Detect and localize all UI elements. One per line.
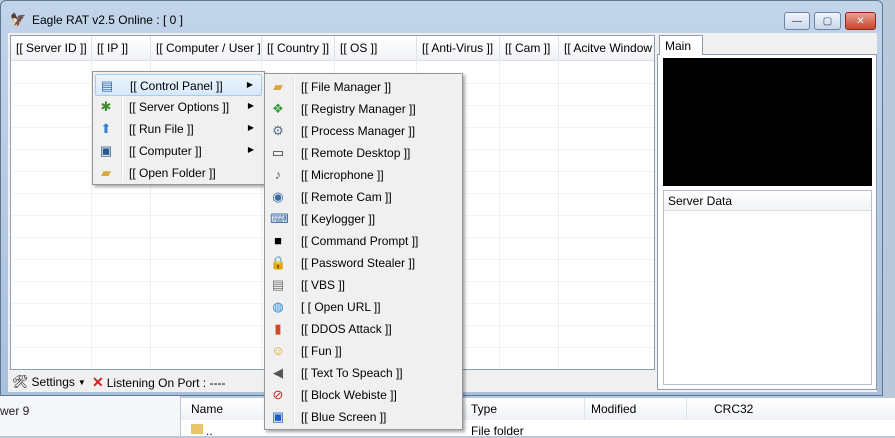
minimize-button[interactable]: — xyxy=(784,12,810,30)
upload-arrow-icon: ⬆ xyxy=(100,121,112,136)
menu-item-vbs[interactable]: ▤ [[ VBS ]] xyxy=(267,274,460,296)
menu-item-password-stealer[interactable]: 🔒 [[ Password Stealer ]] xyxy=(267,252,460,274)
listening-label: Listening On Port : ---- xyxy=(106,375,226,390)
bar-chart-icon: ▮ xyxy=(274,321,282,336)
menu-item-microphone[interactable]: ♪ [[ Microphone ]] xyxy=(267,164,460,186)
column-computer-user[interactable]: [[ Computer / User ]] xyxy=(151,36,262,60)
folder-icon xyxy=(191,424,203,434)
globe-icon: ◍ xyxy=(272,299,284,314)
menu-item-server-options[interactable]: ✱ [[ Server Options ]] ▶ xyxy=(95,96,262,118)
menu-item-file-manager[interactable]: ▰ [[ File Manager ]] xyxy=(267,76,460,98)
column-anti-virus[interactable]: [[ Anti-Virus ]] xyxy=(417,36,500,60)
settings-label: Settings xyxy=(31,375,75,389)
dropdown-arrow-icon: ▼ xyxy=(77,377,86,387)
folder-icon: ▰ xyxy=(273,79,283,94)
menu-item-control-panel[interactable]: ▤ [[ Control Panel ]] ▶ xyxy=(95,74,262,96)
menu-item-remote-desktop[interactable]: ▭ [[ Remote Desktop ]] xyxy=(267,142,460,164)
registry-icon: ❖ xyxy=(272,101,284,116)
speaker-icon: ◀ xyxy=(273,365,283,380)
menu-item-run-file[interactable]: ⬆ [[ Run File ]] ▶ xyxy=(95,118,262,140)
gears-icon: ⚙ xyxy=(272,123,284,138)
menu-item-fun[interactable]: ☺ [[ Fun ]] xyxy=(267,340,460,362)
server-data-header[interactable]: Server Data xyxy=(664,191,871,211)
eagle-app-icon: 🦅 xyxy=(10,12,27,27)
keyboard-search-icon: ⌨ xyxy=(270,211,289,226)
menu-item-process-manager[interactable]: ⚙ [[ Process Manager ]] xyxy=(267,120,460,142)
menu-item-computer[interactable]: ▣ [[ Computer ]] ▶ xyxy=(95,140,262,162)
server-data-list[interactable]: Server Data xyxy=(663,190,872,385)
maximize-icon: ▢ xyxy=(822,15,833,27)
tools-icon: 🛠 xyxy=(12,374,29,389)
background-col-type[interactable]: Type xyxy=(471,402,497,416)
list-header: [[ Server ID ]] [[ IP ]] [[ Computer / U… xyxy=(11,36,654,61)
menu-item-remote-cam[interactable]: ◉ [[ Remote Cam ]] xyxy=(267,186,460,208)
settings-dropdown[interactable]: 🛠 Settings ▼ xyxy=(12,374,86,390)
window-title: Eagle RAT v2.5 Online : [ 0 ] xyxy=(32,13,183,27)
menu-item-label: [[ Server Options ]] xyxy=(129,100,230,114)
background-left-text: wer 9 xyxy=(0,404,30,418)
not-listening-icon: ✕ xyxy=(92,374,104,390)
column-ip[interactable]: [[ IP ]] xyxy=(92,36,151,60)
submenu-arrow-icon: ▶ xyxy=(247,145,254,154)
column-cam[interactable]: [[ Cam ]] xyxy=(500,36,559,60)
tab-main[interactable]: Main xyxy=(659,35,703,55)
background-col-crc32[interactable]: CRC32 xyxy=(714,402,753,416)
column-active-window[interactable]: [[ Acitve Window ]] xyxy=(559,36,654,60)
microphone-icon: ♪ xyxy=(274,167,282,182)
smiley-icon: ☺ xyxy=(271,343,285,358)
menu-item-text-to-speach[interactable]: ◀ [[ Text To Speach ]] xyxy=(267,362,460,384)
computer-icon: ▣ xyxy=(99,143,113,158)
column-country[interactable]: [[ Country ]] xyxy=(262,36,335,60)
block-icon: ⊘ xyxy=(272,387,284,402)
background-col-modified[interactable]: Modified xyxy=(591,402,636,416)
lock-icon: 🔒 xyxy=(270,255,287,270)
blue-screen-icon: ▣ xyxy=(271,409,285,424)
control-panel-icon: ▤ xyxy=(100,78,114,93)
monitor-icon: ▭ xyxy=(271,145,285,160)
title-bar[interactable]: 🦅 Eagle RAT v2.5 Online : [ 0 ] — ▢ ✕ xyxy=(1,1,882,33)
menu-item-open-folder[interactable]: ▰ [[ Open Folder ]] xyxy=(95,162,262,184)
context-menu: ▤ [[ Control Panel ]] ▶ ✱ [[ Server Opti… xyxy=(92,71,265,185)
background-left-pane: wer 9 xyxy=(0,396,180,436)
main-tab-panel: Server Data xyxy=(657,54,877,390)
menu-item-label: [[ Open Folder ]] xyxy=(129,166,216,180)
menu-item-open-url[interactable]: ◍ [ [ Open URL ]] xyxy=(267,296,460,318)
background-col-name[interactable]: Name xyxy=(191,402,223,416)
close-button[interactable]: ✕ xyxy=(845,12,876,30)
screen-preview xyxy=(663,58,872,186)
submenu-arrow-icon: ▶ xyxy=(246,80,253,89)
folder-icon: ▰ xyxy=(101,165,111,180)
submenu-arrow-icon: ▶ xyxy=(247,123,254,132)
submenu-arrow-icon: ▶ xyxy=(247,101,254,110)
menu-item-label: [[ Control Panel ]] xyxy=(130,79,223,93)
column-server-id[interactable]: [[ Server ID ]] xyxy=(11,36,92,60)
script-icon: ▤ xyxy=(271,277,285,292)
console-icon: ■ xyxy=(274,233,282,248)
menu-item-ddos-attack[interactable]: ▮ [[ DDOS Attack ]] xyxy=(267,318,460,340)
control-panel-submenu: ▰ [[ File Manager ]] ❖ [[ Registry Manag… xyxy=(264,73,463,430)
menu-item-label: [[ Run File ]] xyxy=(129,122,194,136)
menu-item-block-website[interactable]: ⊘ [[ Block Webiste ]] xyxy=(267,384,460,406)
minimize-icon: — xyxy=(792,15,802,27)
menu-item-command-prompt[interactable]: ■ [[ Command Prompt ]] xyxy=(267,230,460,252)
listening-status: ✕ Listening On Port : ---- xyxy=(92,374,225,391)
column-os[interactable]: [[ OS ]] xyxy=(335,36,417,60)
maximize-button[interactable]: ▢ xyxy=(814,12,841,30)
menu-item-blue-screen[interactable]: ▣ [[ Blue Screen ]] xyxy=(267,406,460,428)
menu-item-label: [[ Computer ]] xyxy=(129,144,202,158)
menu-item-keylogger[interactable]: ⌨ [[ Keylogger ]] xyxy=(267,208,460,230)
bug-icon: ✱ xyxy=(100,99,112,114)
menu-item-registry-manager[interactable]: ❖ [[ Registry Manager ]] xyxy=(267,98,460,120)
close-icon: ✕ xyxy=(856,15,865,27)
webcam-icon: ◉ xyxy=(272,189,284,204)
